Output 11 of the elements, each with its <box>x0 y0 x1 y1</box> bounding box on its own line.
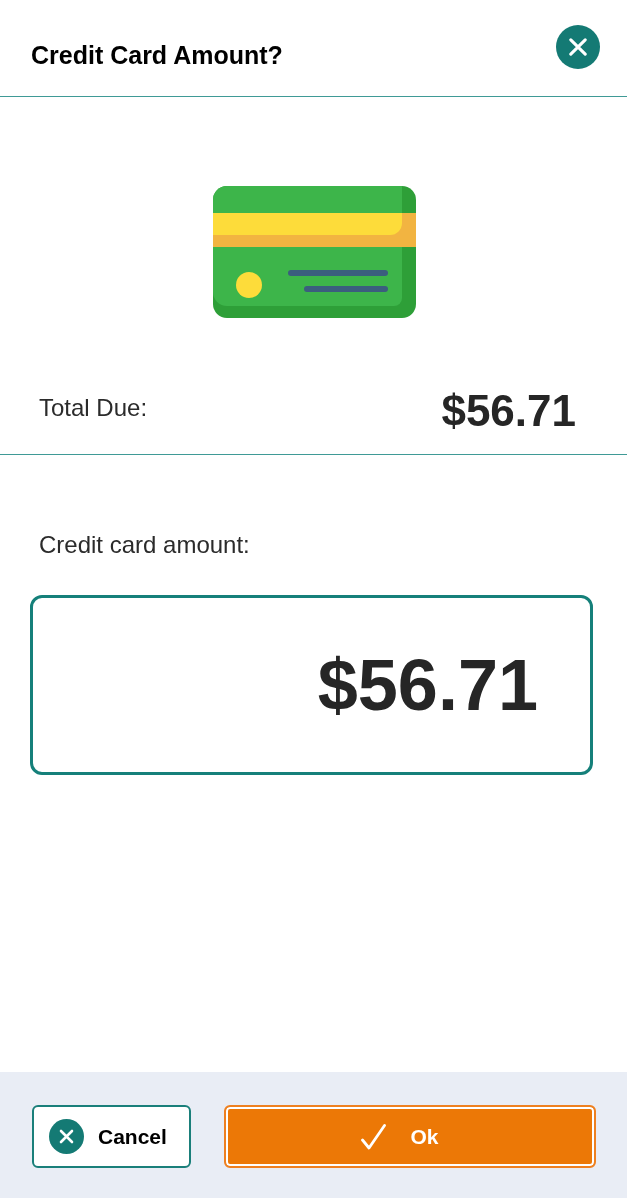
close-icon <box>569 38 587 56</box>
close-button[interactable] <box>556 25 600 69</box>
checkmark-icon <box>361 1123 387 1150</box>
total-due-label: Total Due: <box>39 394 148 422</box>
credit-card-icon <box>213 186 416 318</box>
close-icon <box>49 1119 84 1154</box>
dialog-title: Credit Card Amount? <box>31 40 283 70</box>
total-due-amount: $56.71 <box>441 386 576 436</box>
cancel-button[interactable]: Cancel <box>32 1105 191 1168</box>
amount-input-field[interactable]: $56.71 <box>30 595 593 775</box>
amount-field-label: Credit card amount: <box>39 530 251 560</box>
